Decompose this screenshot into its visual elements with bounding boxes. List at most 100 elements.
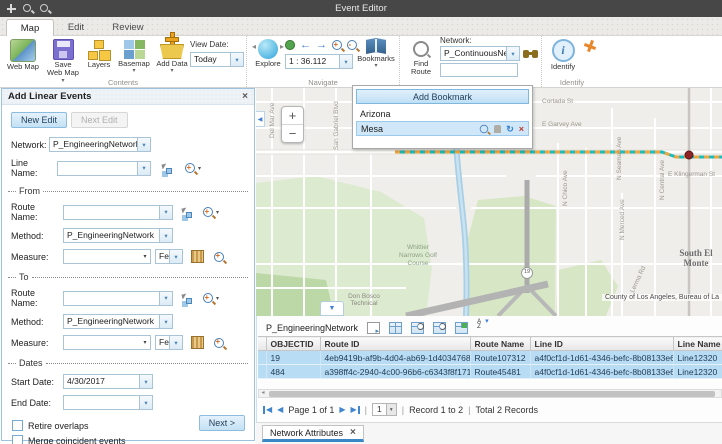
from-route-zoom-icon[interactable]: + — [203, 207, 213, 217]
to-route-name-select[interactable] — [63, 291, 173, 306]
bookmark-item-mesa[interactable]: Mesa — [356, 121, 529, 136]
from-measure-caret-icon[interactable]: ▾ — [140, 250, 150, 263]
col-route-name[interactable]: Route Name — [470, 337, 530, 351]
bookmark-item-arizona[interactable]: Arizona — [356, 107, 529, 120]
from-units-caret-icon[interactable] — [169, 250, 182, 263]
pan-to-bookmark-icon[interactable] — [494, 125, 501, 133]
explore-button[interactable]: Explore — [252, 39, 284, 68]
to-measure-caret-icon[interactable]: ▾ — [140, 336, 150, 349]
previous-page-icon[interactable]: ◀ — [277, 405, 283, 415]
route-network-select[interactable]: P_ContinuousNetwork — [440, 46, 520, 61]
tab-map[interactable]: Map — [6, 19, 54, 37]
scrollbar-thumb[interactable] — [269, 391, 715, 397]
to-units-select[interactable]: Feet — [155, 335, 183, 350]
from-measure-input[interactable]: ▾ — [63, 249, 151, 264]
col-line-id[interactable]: Line ID — [530, 337, 673, 351]
from-units-select[interactable]: Feet — [155, 249, 183, 264]
next-button[interactable]: Next > — [199, 415, 245, 431]
select-line-on-map-icon[interactable] — [161, 163, 173, 174]
sort-icon[interactable]: AZ▾ — [477, 320, 491, 336]
line-zoom-icon[interactable]: + — [185, 163, 195, 173]
identify-button[interactable]: i Identify — [546, 39, 580, 71]
web-map-button[interactable]: Web Map — [6, 39, 40, 71]
next-extent-icon[interactable]: → — [316, 40, 327, 50]
start-date-caret-icon[interactable] — [139, 375, 152, 388]
new-edit-button[interactable]: New Edit — [11, 112, 67, 128]
locate-icon[interactable] — [584, 40, 596, 52]
from-measure-on-map-icon[interactable] — [191, 250, 204, 263]
zoom-in-tool-icon[interactable]: + — [332, 40, 342, 50]
map-scale-caret-icon[interactable] — [339, 55, 352, 68]
collapse-panel-chevron[interactable] — [256, 111, 265, 127]
collapse-table-chevron[interactable] — [320, 301, 344, 316]
merge-coincident-checkbox[interactable] — [12, 435, 23, 444]
retire-overlaps-checkbox[interactable] — [12, 420, 23, 431]
line-name-caret-icon[interactable] — [137, 162, 150, 175]
to-measure-input[interactable]: ▾ — [63, 335, 151, 350]
col-line-name[interactable]: Line Name — [673, 337, 722, 351]
to-method-caret-icon[interactable] — [159, 315, 172, 328]
first-page-icon[interactable]: ◀ — [263, 405, 272, 415]
page-number-select[interactable]: 1 — [372, 403, 397, 416]
page-number-caret-icon[interactable] — [386, 404, 396, 415]
tab-network-attributes[interactable]: Network Attributes — [262, 425, 364, 442]
row-selector[interactable] — [258, 351, 266, 365]
zoom-to-selection-icon[interactable] — [411, 322, 424, 334]
find-route-button[interactable]: Find Route — [405, 39, 437, 77]
network-select[interactable]: P_EngineeringNetwork — [49, 137, 151, 152]
basemap-button[interactable]: Basemap — [116, 40, 152, 73]
search-routes-binoculars-icon[interactable] — [523, 48, 538, 59]
next-page-icon[interactable]: ▶ — [339, 405, 345, 415]
tab-review[interactable]: Review — [104, 19, 152, 36]
map-zoom-out-button[interactable]: − — [282, 125, 303, 142]
from-method-select[interactable]: P_EngineeringNetwork — [63, 228, 173, 243]
from-route-name-select[interactable] — [63, 205, 173, 220]
zoom-to-bookmark-icon[interactable] — [480, 124, 489, 133]
to-measure-zoom-icon[interactable]: + — [214, 338, 224, 348]
layers-button[interactable]: Layers — [84, 40, 114, 69]
to-route-zoom-icon[interactable]: + — [203, 293, 213, 303]
to-select-route-on-map-icon[interactable] — [181, 293, 193, 304]
line-zoom-caret-icon[interactable]: ▾ — [198, 165, 201, 172]
to-method-select[interactable]: P_EngineeringNetwork — [63, 314, 173, 329]
to-measure-on-map-icon[interactable] — [191, 336, 204, 349]
table-row[interactable]: 484 a398ff4c-2940-4c00-96b6-c6343f8f1711… — [258, 365, 722, 379]
from-route-name-caret-icon[interactable] — [159, 206, 172, 219]
start-date-select[interactable]: 4/30/2017 — [63, 374, 153, 389]
to-route-name-caret-icon[interactable] — [159, 292, 172, 305]
line-name-select[interactable] — [57, 161, 151, 176]
end-date-select[interactable] — [63, 395, 153, 410]
table-view-icon[interactable] — [389, 322, 402, 334]
add-data-button[interactable]: Add Data — [154, 36, 190, 73]
bookmarks-button[interactable]: Bookmarks — [355, 38, 397, 68]
view-date-caret-icon[interactable] — [230, 53, 243, 66]
route-search-input[interactable] — [440, 63, 518, 77]
network-caret-icon[interactable] — [137, 138, 150, 151]
refresh-table-icon[interactable] — [455, 322, 468, 334]
table-row[interactable]: 19 4eb9419b-af9b-4d04-ab69-1d403476802b … — [258, 351, 722, 365]
route-network-caret-icon[interactable] — [506, 47, 519, 60]
tab-edit[interactable]: Edit — [56, 19, 96, 36]
scroll-left-arrow-icon[interactable] — [259, 390, 267, 397]
table-horizontal-scrollbar[interactable] — [258, 389, 722, 398]
refresh-bookmark-icon[interactable] — [506, 125, 514, 133]
from-measure-zoom-icon[interactable]: + — [214, 252, 224, 262]
from-select-route-on-map-icon[interactable] — [181, 207, 193, 218]
row-selector[interactable] — [258, 365, 266, 379]
full-extent-globe-icon[interactable] — [285, 40, 295, 50]
col-objectid[interactable]: OBJECTID — [266, 337, 320, 351]
add-bookmark-button[interactable]: Add Bookmark — [356, 89, 529, 104]
tab-close-icon[interactable] — [350, 427, 356, 438]
col-route-id[interactable]: Route ID — [320, 337, 470, 351]
map-zoom-in-button[interactable]: + — [282, 107, 303, 125]
map-scale-select[interactable]: 1 : 36.112 — [285, 54, 353, 69]
save-web-map-button[interactable]: Save Web Map — [46, 39, 80, 83]
pan-to-selection-icon[interactable] — [433, 322, 446, 334]
to-units-caret-icon[interactable] — [169, 336, 182, 349]
view-date-select[interactable]: Today — [190, 52, 244, 67]
panel-close-icon[interactable] — [242, 91, 248, 102]
delete-bookmark-icon[interactable] — [519, 125, 524, 133]
from-method-caret-icon[interactable] — [159, 229, 172, 242]
show-selected-records-icon[interactable] — [367, 322, 380, 334]
to-route-zoom-caret-icon[interactable]: ▾ — [216, 295, 219, 302]
